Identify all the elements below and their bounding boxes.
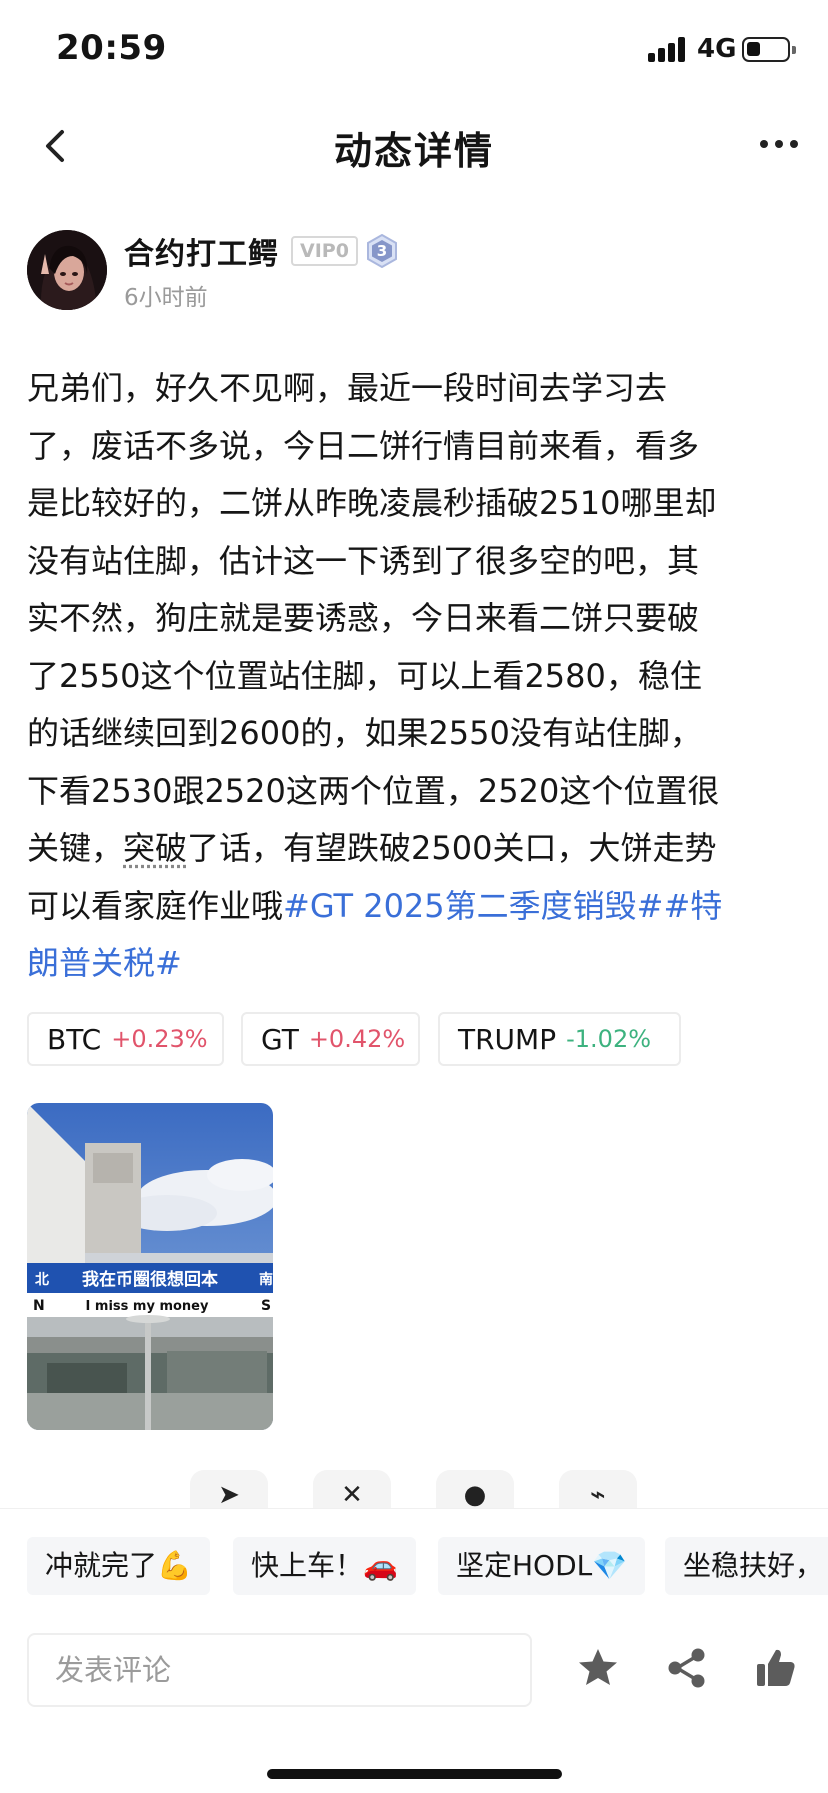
favorite-star-icon[interactable] [574, 1644, 622, 1692]
post-line: 关键，突破了话，有望跌破2500关口，大饼走势 [27, 820, 807, 878]
coin-symbol: BTC [47, 1022, 102, 1056]
sign-text: 我在币圈很想回本 [82, 1269, 218, 1290]
coin-chip-btc[interactable]: BTC +0.23% [27, 1012, 224, 1066]
link-icon: ⌁ [590, 1480, 606, 1510]
like-thumb-icon[interactable] [752, 1644, 800, 1692]
level-badge-icon: 3 [365, 233, 399, 269]
coin-symbol: GT [261, 1022, 299, 1056]
post-line: 没有站住脚，估计这一下诱到了很多空的吧，其 [27, 541, 700, 580]
quick-reply[interactable]: 快上车！🚗 [233, 1537, 416, 1595]
post-text: 关键， [27, 829, 124, 867]
quick-reply[interactable]: 坚定HODL💎 [438, 1537, 646, 1595]
x-icon: ✕ [341, 1480, 363, 1510]
post-line: 朗普关税# [27, 935, 807, 993]
battery-icon [742, 37, 796, 62]
sub-text: I miss my money [86, 1299, 209, 1314]
level-badge-text: 3 [377, 242, 387, 260]
chat-icon: ● [463, 1480, 487, 1510]
post-line: 下看2530跟2520这两个位置，2520这个位置很 [27, 771, 720, 810]
post-text: 了话，有望跌破2500关口，大饼走势 [187, 829, 717, 867]
coin-chip-trump[interactable]: TRUMP -1.02% [438, 1012, 681, 1066]
post-line: 的话继续回到2600的，如果2550没有站住脚， [27, 714, 702, 752]
quick-reply-row: 冲就完了💪 快上车！🚗 坚定HODL💎 坐稳扶好， [0, 1537, 828, 1595]
network-type: 4G [697, 34, 737, 64]
post-image[interactable]: 北 我在币圈很想回本 南 N I miss my money S [27, 1103, 273, 1430]
post-body: 兄弟们，好久不见啊，最近一段时间去学习去 了，废话不多说，今日二饼行情目前来看，… [27, 360, 807, 993]
post-line: 兄弟们，好久不见啊，最近一段时间去学习去 [27, 369, 668, 407]
sub-left: N [33, 1298, 45, 1314]
sub-right: S [261, 1298, 271, 1314]
coin-change: -1.02% [566, 1025, 652, 1053]
topic-link-trump-tariff-cont[interactable]: 朗普关税# [27, 944, 182, 982]
sign-right: 南 [259, 1271, 273, 1288]
post-text-highlight[interactable]: 突破 [123, 829, 187, 867]
telegram-icon: ➤ [218, 1480, 240, 1510]
status-time: 20:59 [56, 28, 167, 68]
author-name[interactable]: 合约打工鳄 [124, 229, 279, 273]
coin-change: +0.23% [111, 1025, 208, 1053]
sign-left: 北 [35, 1272, 49, 1288]
post-line: 了2550这个位置站住脚，可以上看2580，稳住 [27, 656, 702, 695]
post-text: 可以看家庭作业哦 [27, 886, 284, 925]
coin-symbol: TRUMP [458, 1022, 557, 1056]
bottom-panel: 冲就完了💪 快上车！🚗 坚定HODL💎 坐稳扶好， 发表评论 [0, 1508, 828, 1793]
nav-bar: 动态详情 [0, 104, 828, 188]
post-line: 是比较好的，二饼从昨晚凌晨秒插破2510哪里却 [27, 484, 717, 522]
home-indicator [267, 1769, 562, 1779]
post-time: 6小时前 [124, 285, 208, 311]
topic-link-trump-tariff[interactable]: #特 [663, 887, 722, 925]
signal-icon [648, 36, 688, 62]
more-icon[interactable] [758, 124, 802, 164]
quick-reply[interactable]: 冲就完了💪 [27, 1537, 210, 1595]
post-line: 了，废话不多说，今日二饼行情目前来看，看多 [27, 426, 700, 465]
topic-link-gt-burn[interactable]: #GT 2025第二季度销毁# [283, 887, 663, 925]
coin-change: +0.42% [308, 1025, 406, 1053]
coin-chip-gt[interactable]: GT +0.42% [241, 1012, 420, 1066]
share-icon[interactable] [663, 1644, 711, 1692]
avatar[interactable] [27, 230, 107, 310]
page-title: 动态详情 [333, 129, 494, 173]
status-bar: 20:59 4G [0, 0, 828, 100]
post-line: 可以看家庭作业哦#GT 2025第二季度销毁##特 [27, 878, 807, 936]
post-line: 实不然，狗庄就是要诱惑，今日来看二饼只要破 [27, 599, 700, 637]
vip-badge: VIP0 [291, 236, 358, 266]
comment-input[interactable]: 发表评论 [27, 1633, 532, 1707]
quick-reply[interactable]: 坐稳扶好， [665, 1537, 828, 1595]
